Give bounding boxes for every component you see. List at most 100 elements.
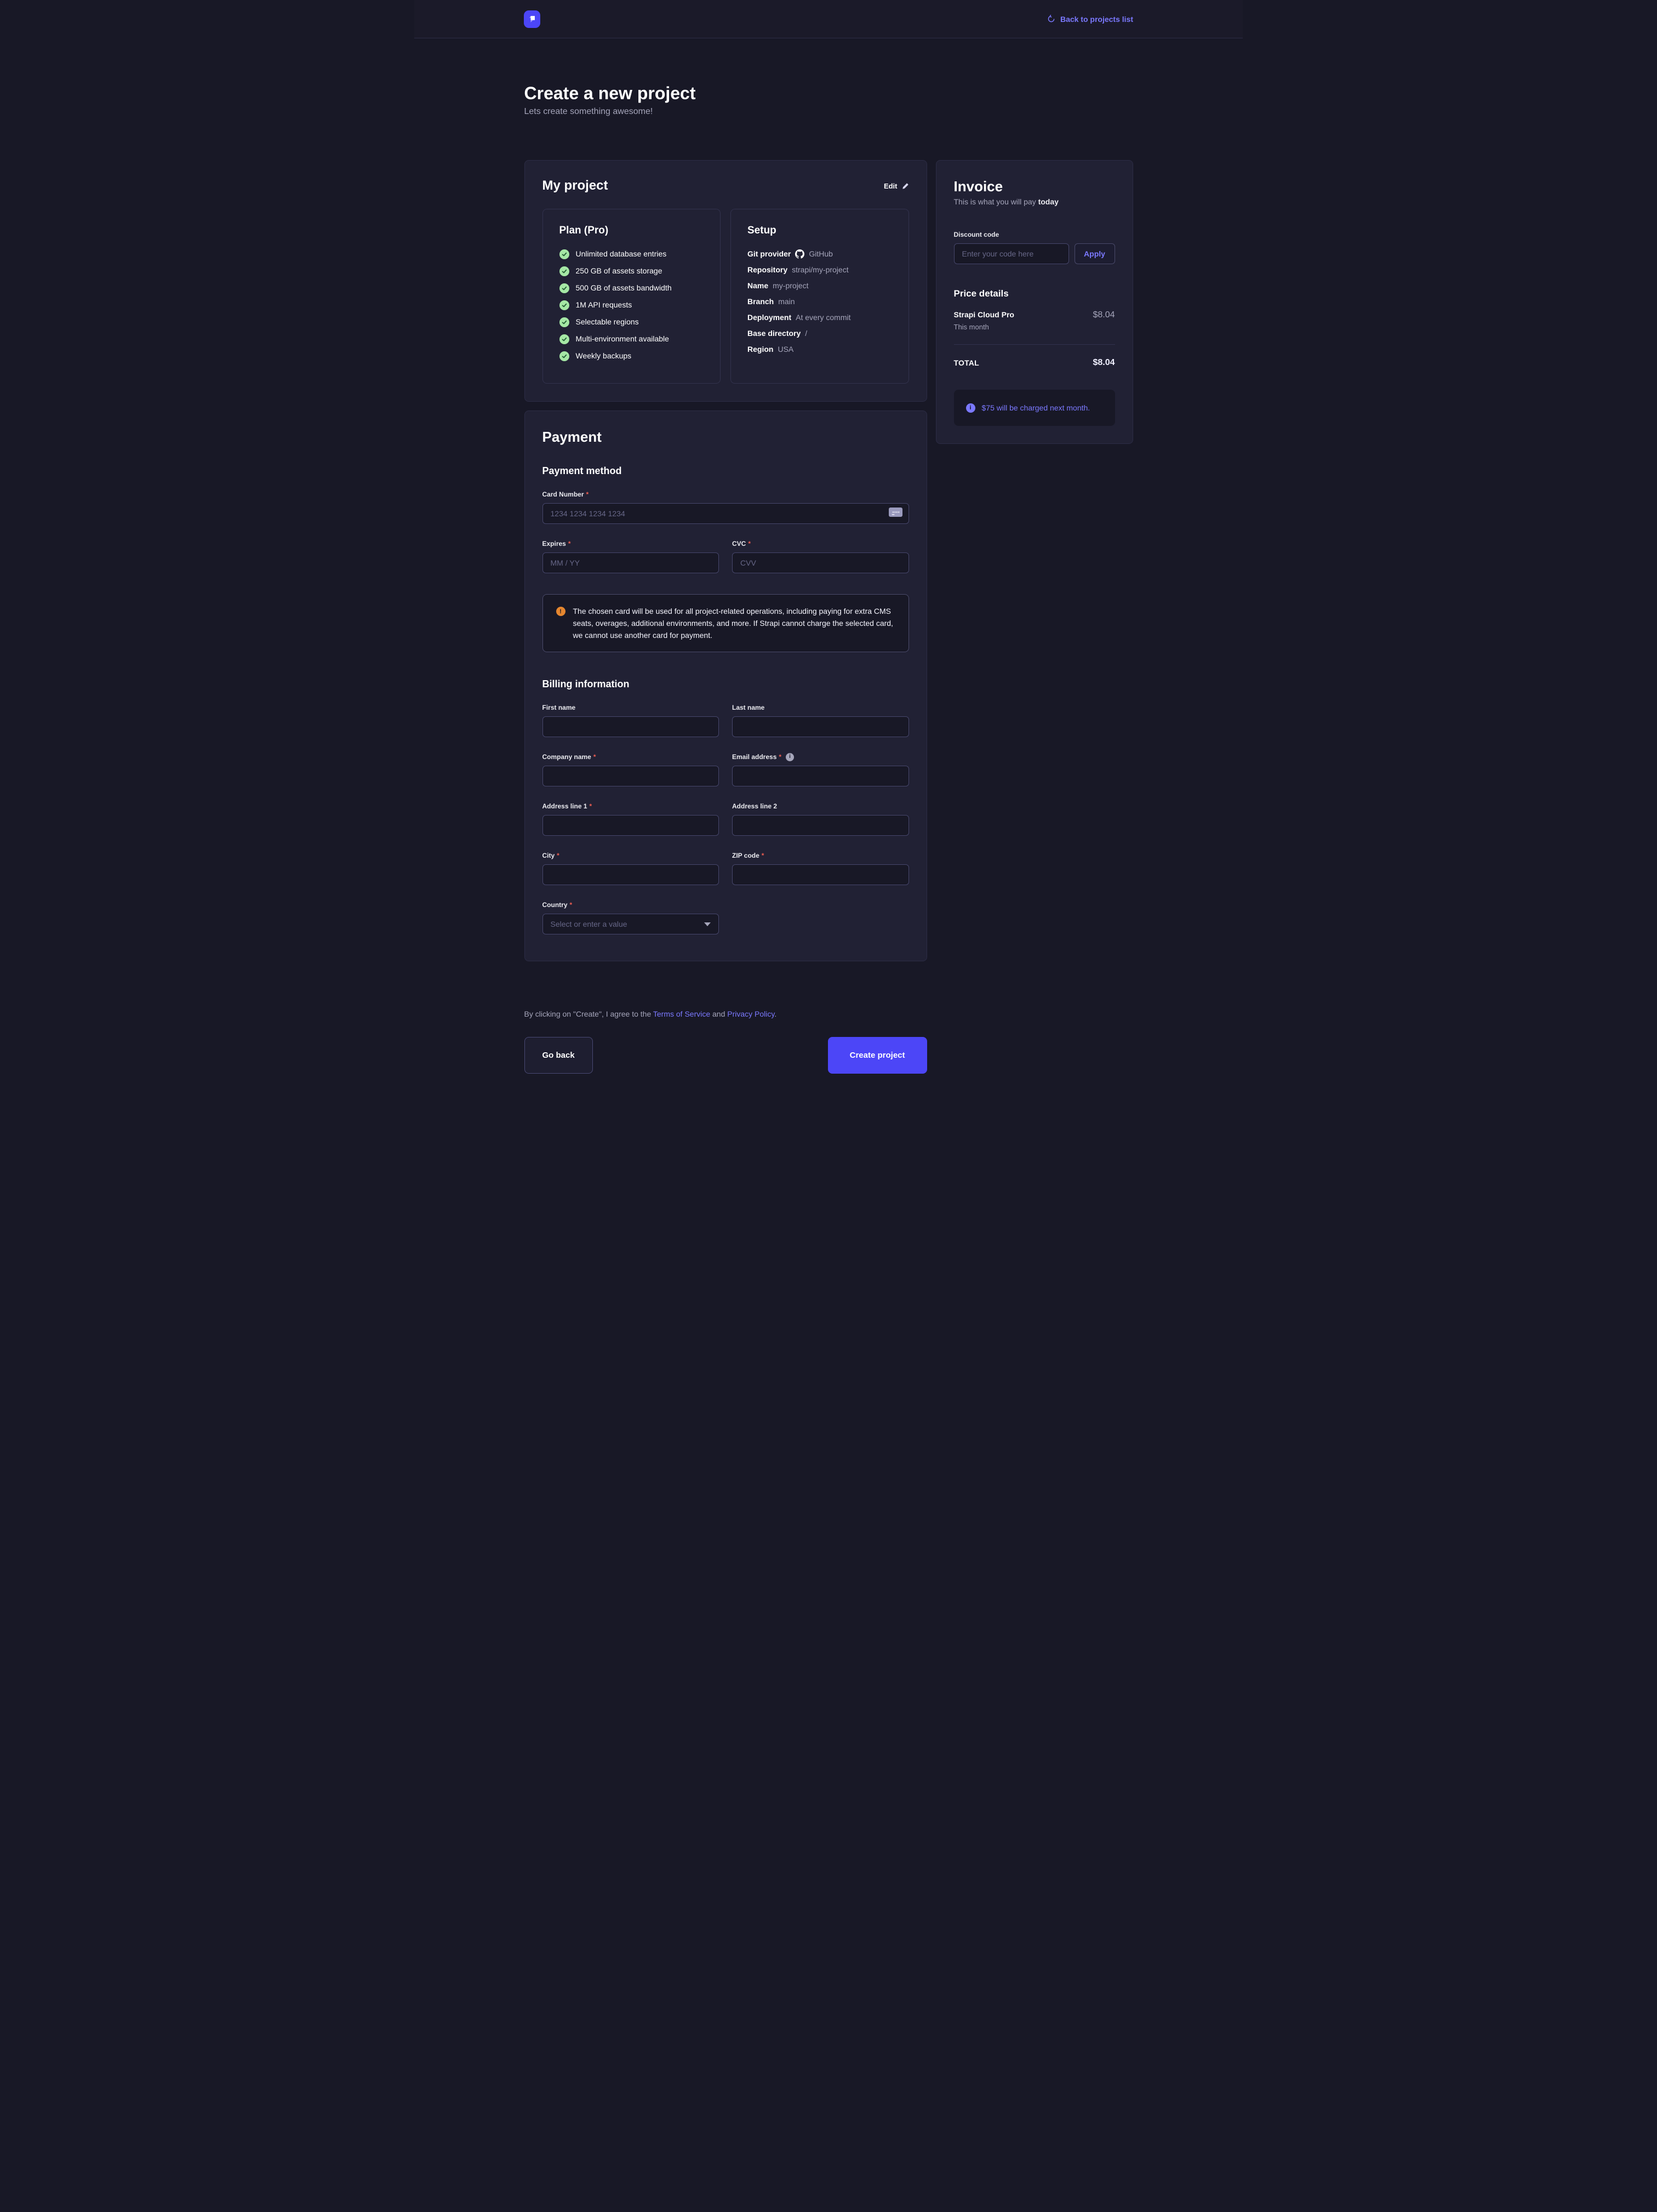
back-to-projects-link[interactable]: Back to projects list [1047,15,1133,24]
country-select[interactable]: Select or enter a value [542,914,719,934]
invoice-subtitle-highlight: today [1038,197,1059,206]
last-name-label: Last name [732,703,764,712]
setup-row-repository: Repository strapi/my-project [747,265,892,275]
setup-label: Base directory [747,328,801,339]
expires-field-group: Expires* [542,539,719,573]
last-name-input[interactable] [732,716,909,737]
strapi-logo[interactable] [524,10,540,28]
email-label: Email address [732,752,776,761]
setup-row-git-provider: Git provider GitHub [747,249,892,259]
payment-card: Payment Payment method Card Number* [524,411,927,961]
invoice-subtitle: This is what you will pay today [954,197,1115,206]
card-number-field-group: Card Number* [542,490,909,524]
expires-input[interactable] [542,552,719,573]
required-asterisk: * [779,752,781,761]
plan-feature: Weekly backups [559,351,704,361]
check-icon [559,266,569,276]
plan-title: Plan (Pro) [559,225,704,237]
setup-row-base-directory: Base directory / [747,328,892,339]
terms-of-service-link[interactable]: Terms of Service [653,1010,710,1018]
check-icon [559,351,569,361]
required-asterisk: * [590,802,592,811]
cvc-input[interactable] [732,552,909,573]
edit-project-button[interactable]: Edit [884,182,909,190]
invoice-total-row: TOTAL $8.04 [954,358,1115,368]
go-back-button[interactable]: Go back [524,1037,593,1074]
card-number-label: Card Number [542,490,584,499]
github-icon [795,249,804,259]
line-item-amount: $8.04 [1093,310,1115,320]
setup-value: USA [778,344,793,355]
create-project-button[interactable]: Create project [828,1037,927,1074]
address-line-1-input[interactable] [542,815,719,836]
city-input[interactable] [542,864,719,885]
address-line-1-label: Address line 1 [542,802,587,811]
discount-code-input[interactable] [954,243,1069,264]
next-month-charge-text: $75 will be charged next month. [982,403,1090,413]
top-nav-bar: Back to projects list [414,0,1243,38]
plan-feature: 500 GB of assets bandwidth [559,283,704,293]
email-input[interactable] [732,766,909,786]
country-select-placeholder: Select or enter a value [551,920,627,928]
card-number-input[interactable] [542,503,909,524]
check-icon [559,334,569,344]
first-name-input[interactable] [542,716,719,737]
company-name-input[interactable] [542,766,719,786]
total-amount: $8.04 [1093,358,1115,368]
first-name-field-group: First name [542,703,719,737]
my-project-card: My project Edit Plan (Pro) Unli [524,160,927,402]
check-icon [559,317,569,327]
setup-row-region: Region USA [747,344,892,355]
country-label: Country [542,900,568,909]
billing-information-title: Billing information [542,679,909,690]
cvc-label: CVC [732,539,746,548]
zip-code-input[interactable] [732,864,909,885]
back-arrow-icon [1047,15,1055,23]
invoice-panel: Invoice This is what you will pay today … [936,160,1133,444]
warning-icon [556,607,565,616]
cvc-field-group: CVC* [732,539,909,573]
edit-button-label: Edit [884,182,898,190]
setup-title: Setup [747,225,892,237]
setup-row-branch: Branch main [747,297,892,307]
required-asterisk: * [568,539,571,548]
plan-feature-label: 250 GB of assets storage [576,266,662,276]
setup-row-name: Name my-project [747,281,892,291]
setup-label: Git provider [747,249,791,259]
invoice-subtitle-prefix: This is what you will pay [954,197,1038,206]
agreement-suffix: . [774,1010,776,1018]
plan-feature: Multi-environment available [559,334,704,344]
plan-feature: Selectable regions [559,317,704,327]
expires-label: Expires [542,539,566,548]
page-title: Create a new project [524,82,1133,104]
setup-label: Branch [747,297,774,307]
setup-value: my-project [773,281,808,291]
required-asterisk: * [570,900,573,909]
page-header: Create a new project Lets create somethi… [524,82,1133,118]
address-line-2-input[interactable] [732,815,909,836]
apply-discount-button[interactable]: Apply [1075,243,1115,264]
plan-feature: 250 GB of assets storage [559,266,704,276]
last-name-field-group: Last name [732,703,909,737]
zip-code-label: ZIP code [732,851,759,860]
setup-value: / [805,328,807,339]
privacy-policy-link[interactable]: Privacy Policy [727,1010,774,1018]
plan-feature-label: Multi-environment available [576,334,669,344]
plan-feature-label: Unlimited database entries [576,249,667,259]
required-asterisk: * [748,539,751,548]
invoice-title: Invoice [954,178,1115,195]
card-usage-notice-text: The chosen card will be used for all pro… [573,605,895,641]
invoice-divider [954,344,1115,345]
required-asterisk: * [593,752,596,761]
city-label: City [542,851,555,860]
credit-card-icon [889,508,902,520]
setup-row-deployment: Deployment At every commit [747,312,892,323]
agreement-prefix: By clicking on "Create", I agree to the [524,1010,653,1018]
line-item-name: Strapi Cloud Pro [954,310,1014,319]
email-info-icon[interactable] [786,753,794,761]
payment-method-title: Payment method [542,465,909,477]
price-details-title: Price details [954,288,1115,299]
plan-feature: Unlimited database entries [559,249,704,259]
page-subtitle: Lets create something awesome! [524,105,1133,118]
setup-value: strapi/my-project [792,265,848,275]
